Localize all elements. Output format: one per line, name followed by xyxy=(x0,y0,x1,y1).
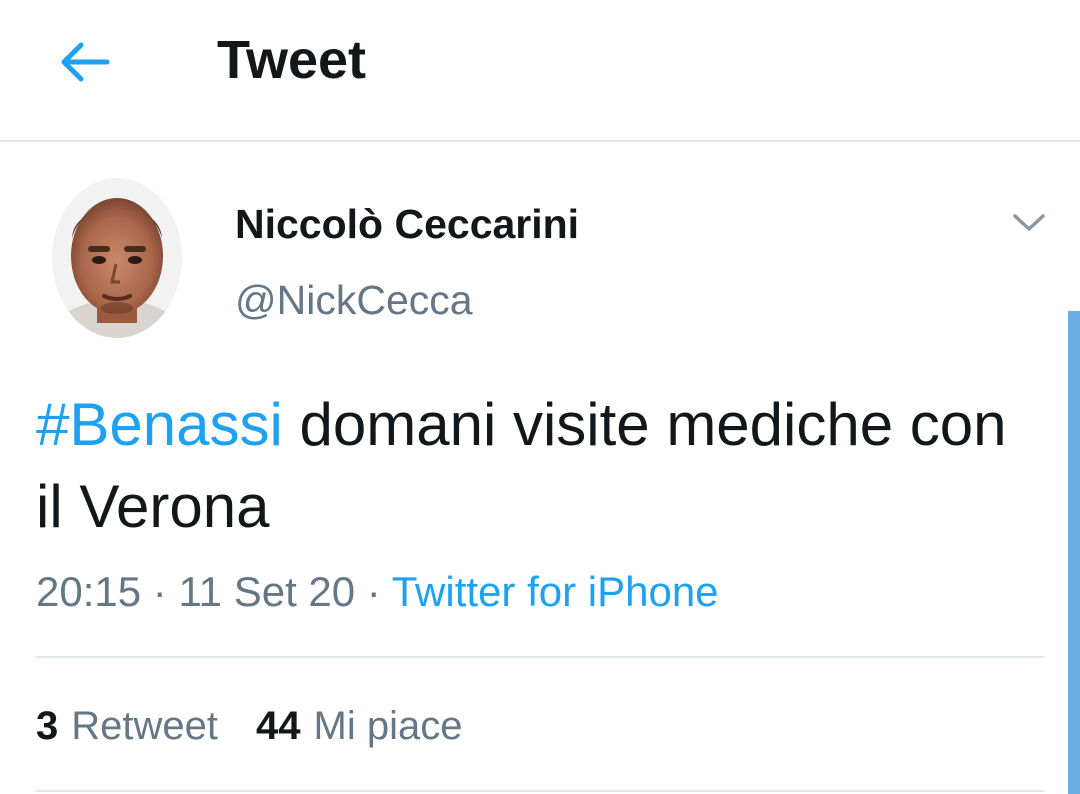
meta-separator: · xyxy=(141,568,179,615)
tweet-stats: 3 Retweet 44 Mi piace xyxy=(36,700,462,752)
tweet-date: 11 Set 20 xyxy=(178,568,356,615)
top-app-bar: Tweet xyxy=(0,0,1080,142)
retweets-count: 3 xyxy=(36,704,59,748)
page-title: Tweet xyxy=(217,30,367,90)
divider xyxy=(36,656,1044,658)
retweets-stat[interactable]: 3 Retweet xyxy=(36,700,218,752)
tweet-detail-screen: Tweet Niccolò Ceccarini @NickCecca #Bena… xyxy=(0,0,1080,794)
back-button[interactable] xyxy=(52,30,116,94)
hashtag-link[interactable]: #Benassi xyxy=(36,391,283,458)
tweet-text: #Benassi domani visite mediche con il Ve… xyxy=(36,384,1046,548)
profile-photo xyxy=(52,178,182,338)
arrow-left-icon xyxy=(61,42,110,82)
divider xyxy=(36,790,1044,792)
scrollbar[interactable] xyxy=(1068,311,1080,794)
tweet-metadata: 20:15 · 11 Set 20 · Twitter for iPhone xyxy=(36,566,719,618)
chevron-down-icon xyxy=(1013,214,1045,231)
tweet-source-link[interactable]: Twitter for iPhone xyxy=(392,568,719,615)
meta-separator: · xyxy=(355,568,392,615)
tweet-options-button[interactable] xyxy=(1006,200,1052,246)
likes-stat[interactable]: 44 Mi piace xyxy=(256,700,462,752)
author-name[interactable]: Niccolò Ceccarini xyxy=(235,198,579,250)
author-handle[interactable]: @NickCecca xyxy=(235,274,473,326)
avatar[interactable] xyxy=(52,178,182,338)
tweet-time: 20:15 xyxy=(36,568,142,615)
retweets-label: Retweet xyxy=(71,704,218,748)
likes-count: 44 xyxy=(256,704,301,748)
likes-label: Mi piace xyxy=(313,704,463,748)
